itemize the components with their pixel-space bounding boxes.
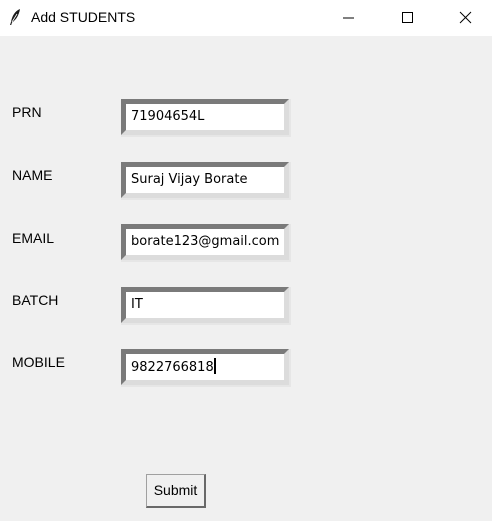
text-cursor — [213, 358, 216, 374]
name-value: Suraj Vijay Borate — [131, 172, 248, 187]
add-students-window: Add STUDENTS PRN 71904654L NAME Suraj Vi — [0, 0, 492, 521]
email-entry[interactable]: borate123@gmail.com — [121, 224, 291, 262]
maximize-button[interactable] — [384, 0, 430, 36]
batch-value: IT — [131, 297, 143, 312]
close-button[interactable] — [442, 0, 488, 36]
mobile-label: MOBILE — [12, 354, 65, 370]
mobile-value-container: 9822766818 — [131, 358, 286, 377]
title-bar[interactable]: Add STUDENTS — [0, 0, 492, 36]
minimize-button[interactable] — [326, 0, 372, 36]
mobile-value: 9822766818 — [131, 360, 214, 375]
close-icon — [459, 11, 472, 24]
name-entry[interactable]: Suraj Vijay Borate — [121, 162, 291, 200]
minimize-icon — [343, 17, 354, 19]
window-title: Add STUDENTS — [31, 9, 136, 25]
maximize-icon — [402, 12, 413, 23]
submit-button[interactable]: Submit — [146, 474, 206, 508]
mobile-entry[interactable]: 9822766818 — [121, 349, 291, 387]
name-label: NAME — [12, 167, 53, 183]
prn-value: 71904654L — [131, 109, 205, 124]
email-value: borate123@gmail.com — [131, 234, 280, 249]
feather-icon — [10, 9, 20, 25]
batch-entry[interactable]: IT — [121, 287, 291, 325]
prn-entry[interactable]: 71904654L — [121, 99, 291, 137]
prn-label: PRN — [12, 104, 42, 120]
email-label: EMAIL — [12, 230, 55, 246]
batch-label: BATCH — [12, 292, 59, 308]
